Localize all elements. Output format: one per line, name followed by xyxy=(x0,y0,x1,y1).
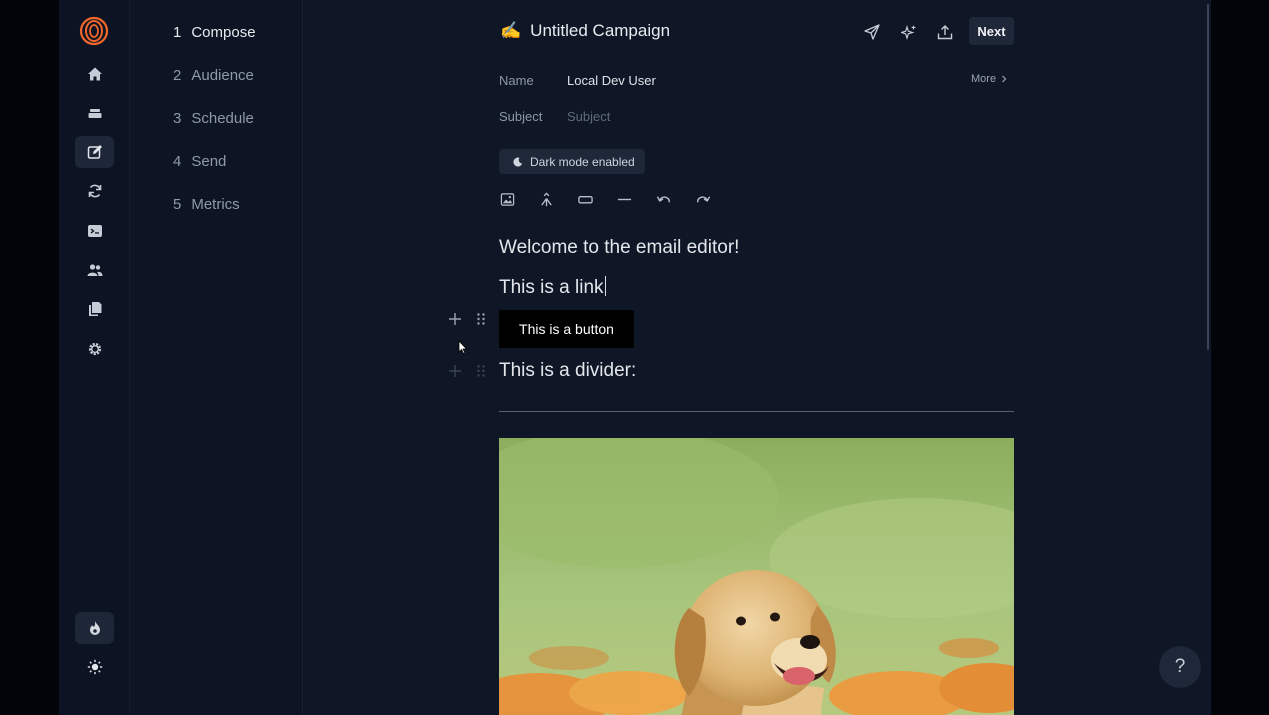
redo-icon[interactable] xyxy=(695,191,711,207)
step-schedule[interactable]: 3 Schedule xyxy=(173,110,254,127)
undo-icon[interactable] xyxy=(655,191,671,207)
add-block-icon[interactable] xyxy=(448,364,462,378)
text-caret xyxy=(604,276,606,296)
moon-icon xyxy=(513,157,523,167)
link-text[interactable]: This is a link xyxy=(499,277,604,298)
puppy-image xyxy=(499,438,1014,715)
mouse-cursor-icon xyxy=(458,340,468,354)
scrollbar[interactable] xyxy=(1207,4,1209,350)
chevron-right-icon xyxy=(1002,75,1007,83)
step-number: 3 xyxy=(173,110,182,127)
send-icon[interactable] xyxy=(861,21,883,43)
email-link-line[interactable]: This is a link xyxy=(499,276,606,299)
email-button-block[interactable]: This is a button xyxy=(499,310,634,348)
step-label: Compose xyxy=(191,24,256,41)
drag-handle-icon[interactable] xyxy=(474,312,488,326)
sun-icon[interactable] xyxy=(75,651,114,683)
name-label: Name xyxy=(499,73,534,88)
dark-mode-label: Dark mode enabled xyxy=(530,154,635,169)
block-controls-faded xyxy=(448,364,488,378)
divider-caption[interactable]: This is a divider: xyxy=(499,360,636,382)
step-number: 1 xyxy=(173,24,182,41)
more-button[interactable]: More xyxy=(971,73,1008,85)
button-block-icon[interactable] xyxy=(577,191,593,207)
name-field[interactable]: Local Dev User xyxy=(567,73,656,88)
subject-label: Subject xyxy=(499,109,543,124)
step-label: Metrics xyxy=(191,196,240,213)
upload-icon[interactable] xyxy=(934,21,956,43)
app-window: 1 Compose 2 Audience 3 Schedule 4 Send 5… xyxy=(59,0,1211,715)
step-send[interactable]: 4 Send xyxy=(173,153,226,170)
email-image-block[interactable] xyxy=(499,438,1014,715)
step-label: Audience xyxy=(191,67,254,84)
sync-icon[interactable] xyxy=(75,175,114,207)
email-divider[interactable] xyxy=(499,411,1014,412)
steps-nav: 1 Compose 2 Audience 3 Schedule 4 Send 5… xyxy=(130,0,303,715)
step-metrics[interactable]: 5 Metrics xyxy=(173,196,240,213)
writing-hand-icon: ✍️ xyxy=(500,21,522,40)
compose-icon[interactable] xyxy=(75,136,114,168)
documents-icon[interactable] xyxy=(75,293,114,325)
merge-icon[interactable] xyxy=(538,191,554,207)
icon-rail xyxy=(59,0,130,715)
block-controls xyxy=(448,312,488,326)
users-icon[interactable] xyxy=(75,254,114,286)
email-heading[interactable]: Welcome to the email editor! xyxy=(499,237,739,259)
step-audience[interactable]: 2 Audience xyxy=(173,67,254,84)
editor-main: ✍️ Untitled Campaign Next Name Local Dev… xyxy=(303,0,1211,715)
flame-icon[interactable] xyxy=(75,612,114,644)
campaign-title-text: Untitled Campaign xyxy=(530,21,671,40)
image-icon[interactable] xyxy=(499,191,515,207)
subject-field[interactable]: Subject xyxy=(567,109,610,124)
terminal-icon[interactable] xyxy=(75,215,114,247)
step-compose[interactable]: 1 Compose xyxy=(173,24,256,41)
step-number: 2 xyxy=(173,67,182,84)
drag-handle-icon[interactable] xyxy=(474,364,488,378)
logo-icon[interactable] xyxy=(79,16,109,46)
dark-mode-toggle[interactable]: Dark mode enabled xyxy=(499,149,645,174)
step-number: 4 xyxy=(173,153,182,170)
step-number: 5 xyxy=(173,196,182,213)
help-button[interactable]: ? xyxy=(1159,646,1201,688)
gear-icon[interactable] xyxy=(75,333,114,365)
sparkle-icon[interactable] xyxy=(898,21,920,43)
add-block-icon[interactable] xyxy=(448,312,462,326)
home-icon[interactable] xyxy=(75,58,114,90)
stack-icon[interactable] xyxy=(75,97,114,129)
step-label: Schedule xyxy=(191,110,254,127)
campaign-title[interactable]: ✍️ Untitled Campaign xyxy=(500,21,670,41)
more-label: More xyxy=(971,73,997,85)
step-label: Send xyxy=(191,153,227,170)
next-button[interactable]: Next xyxy=(969,17,1014,45)
divider-icon[interactable] xyxy=(616,191,632,207)
